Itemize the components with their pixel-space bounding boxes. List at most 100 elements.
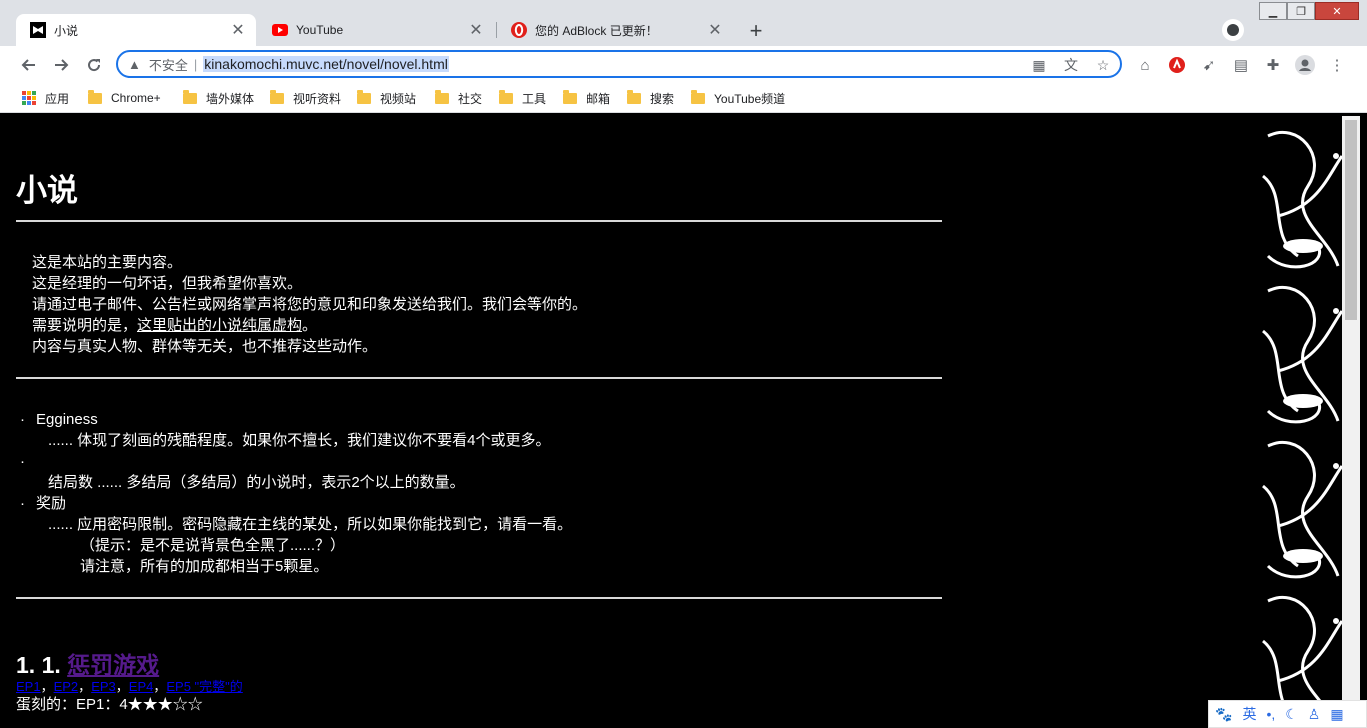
url-text[interactable]: kinakomochi.muvc.net/novel/novel.html <box>203 56 449 72</box>
user-icon[interactable]: ♙ <box>1308 706 1321 723</box>
divider <box>16 597 942 599</box>
intro-text: 这是本站的主要内容。 这是经理的一句坏话，但我希望你喜欢。 请通过电子邮件、公告… <box>32 252 942 357</box>
legend-label: Egginess <box>36 411 98 428</box>
bookmark-folder[interactable]: 视听资料 <box>270 89 341 107</box>
reader-extension-icon[interactable]: ▤ <box>1230 54 1252 76</box>
ime-paw-icon[interactable]: 🐾 <box>1215 706 1232 723</box>
episode-link[interactable]: EP1 <box>16 679 41 694</box>
legend-hint: （提示：是不是说背景色全黑了......？） <box>80 537 346 554</box>
divider <box>16 220 942 222</box>
intro-link-suffix: 。 <box>302 317 318 334</box>
tab-title: 小说 <box>54 23 79 38</box>
folder-icon <box>563 89 577 104</box>
episode-separator: ， <box>40 679 54 694</box>
page-content: 小说 这是本站的主要内容。 这是经理的一句坏话，但我希望你喜欢。 请通过电子邮件… <box>16 116 942 715</box>
tab-youtube[interactable]: YouTube ✕ <box>258 14 494 46</box>
address-bar[interactable]: ▲ 不安全 | kinakomochi.muvc.net/novel/novel… <box>116 50 1122 78</box>
close-tab-icon[interactable]: ✕ <box>230 20 246 40</box>
bookmark-apps[interactable]: 应用 <box>22 89 69 107</box>
translate-icon[interactable]: 文 <box>1062 56 1080 74</box>
close-tab-icon[interactable]: ✕ <box>468 20 484 40</box>
bookmark-folder[interactable]: 邮箱 <box>563 89 610 107</box>
intro-line: 这是本站的主要内容。 <box>32 254 183 271</box>
bullet: · <box>20 453 25 470</box>
folder-icon <box>270 89 284 104</box>
episode-link[interactable]: EP4 <box>129 679 154 694</box>
legend-item: · 奖励 <box>16 493 942 514</box>
bookmark-folder[interactable]: Chrome+ <box>88 89 161 107</box>
intro-line: 请通过电子邮件、公告栏或网络掌声将您的意见和印象发送给我们。我们会等你的。 <box>32 296 588 313</box>
bookmark-folder[interactable]: 搜索 <box>627 89 674 107</box>
bookmark-label: 应用 <box>45 91 70 106</box>
bullet: · <box>20 495 25 512</box>
bookmark-label: 墙外媒体 <box>206 91 255 106</box>
episode-link[interactable]: EP2 <box>54 679 79 694</box>
novel-title-link[interactable]: 惩罚游戏 <box>67 652 159 678</box>
folder-icon <box>88 89 102 104</box>
folder-icon <box>357 89 371 104</box>
bullet: · <box>20 411 25 428</box>
home-extension-icon[interactable]: ⌂ <box>1134 54 1156 76</box>
tab-adblock[interactable]: 您的 AdBlock 已更新！ ✕ <box>497 14 733 46</box>
adblock-icon <box>511 22 527 38</box>
bookmark-label: 社交 <box>458 91 483 106</box>
security-label[interactable]: 不安全 <box>149 55 188 74</box>
bookmark-folder[interactable]: 视频站 <box>357 89 416 107</box>
bookmark-label: 邮箱 <box>586 91 611 106</box>
close-tab-icon[interactable]: ✕ <box>707 20 723 40</box>
forward-button[interactable] <box>50 54 72 76</box>
close-window-button[interactable]: ✕ <box>1315 2 1359 20</box>
tab-search-icon[interactable] <box>1222 19 1244 41</box>
tab-novel[interactable]: 小说 ✕ <box>16 14 256 46</box>
legend-desc: ...... 应用密码限制。密码隐藏在主线的某处，所以如果你能找到它，请看一看。 <box>48 516 573 533</box>
moon-icon[interactable]: ☾ <box>1285 706 1298 723</box>
novel-rating: 蛋刻的：EP1：4★★★☆☆ <box>16 696 203 713</box>
legend-desc: ...... 体现了刻画的残酷程度。如果你不擅长，我们建议你不要看4个或更多。 <box>48 432 551 449</box>
tab-title: YouTube <box>296 23 344 37</box>
folder-icon <box>499 89 513 104</box>
bookmark-folder[interactable]: 工具 <box>499 89 546 107</box>
bookmark-star-icon[interactable]: ☆ <box>1094 56 1112 74</box>
legend-item: · Egginess <box>16 409 942 430</box>
speed-extension-icon[interactable]: ➹ <box>1198 54 1220 76</box>
vertical-scrollbar[interactable] <box>1342 116 1360 728</box>
menu-kebab-icon[interactable]: ⋮ <box>1326 54 1348 76</box>
bookmark-label: 视频站 <box>380 91 417 106</box>
punctuation-icon[interactable]: •, <box>1266 706 1275 722</box>
folder-icon <box>435 89 449 104</box>
ime-language-toggle[interactable]: 英 <box>1242 704 1256 724</box>
grid-icon[interactable]: ▦ <box>1330 706 1343 723</box>
novel-number: 1. 1. <box>16 652 61 678</box>
profile-avatar-icon[interactable] <box>1294 54 1316 76</box>
episode-link[interactable]: EP3 <box>91 679 116 694</box>
minimize-button[interactable]: ▁ <box>1259 2 1287 20</box>
maximize-button[interactable]: ❐ <box>1287 2 1315 20</box>
scrollbar-thumb[interactable] <box>1345 120 1357 320</box>
warning-icon[interactable]: ▲ <box>128 57 141 72</box>
fiction-notice-link[interactable]: 这里贴出的小说纯属虚构 <box>137 317 302 334</box>
bookmark-folder[interactable]: YouTube频道 <box>691 89 785 107</box>
intro-line: 需要说明的是，这里贴出的小说纯属虚构。 <box>32 315 942 336</box>
bookmark-folder[interactable]: 墙外媒体 <box>183 89 254 107</box>
ime-toolbar: 🐾 英 •, ☾ ♙ ▦ <box>1208 700 1367 728</box>
back-button[interactable] <box>18 54 40 76</box>
divider <box>16 377 942 379</box>
reload-button[interactable] <box>83 54 105 76</box>
bookmarks-bar: 应用 Chrome+ 墙外媒体 视听资料 视频站 社交 工具 邮箱 搜索 You… <box>0 84 1367 113</box>
legend-item: · <box>16 451 942 472</box>
tab-title: 您的 AdBlock 已更新！ <box>535 23 658 38</box>
page-viewport: 小说 这是本站的主要内容。 这是经理的一句坏话，但我希望你喜欢。 请通过电子邮件… <box>8 116 1360 728</box>
episode-separator: ， <box>153 679 167 694</box>
legend-label: 奖励 <box>36 495 67 512</box>
episode-link[interactable]: EP5 "完整"的 <box>166 679 242 694</box>
legend-note: 请注意，所有的加成都相当于5颗星。 <box>80 558 329 575</box>
episode-separator: ， <box>78 679 92 694</box>
novel-heading: 1. 1. 惩罚游戏 <box>16 651 942 679</box>
bookmark-folder[interactable]: 社交 <box>435 89 482 107</box>
qr-code-icon[interactable]: ▦ <box>1030 56 1048 74</box>
folder-icon <box>691 89 705 104</box>
adblock-extension-icon[interactable] <box>1166 54 1188 76</box>
new-tab-button[interactable]: + <box>742 17 770 45</box>
extensions-puzzle-icon[interactable]: ✚ <box>1262 54 1284 76</box>
intro-link-prefix: 需要说明的是， <box>32 317 138 334</box>
